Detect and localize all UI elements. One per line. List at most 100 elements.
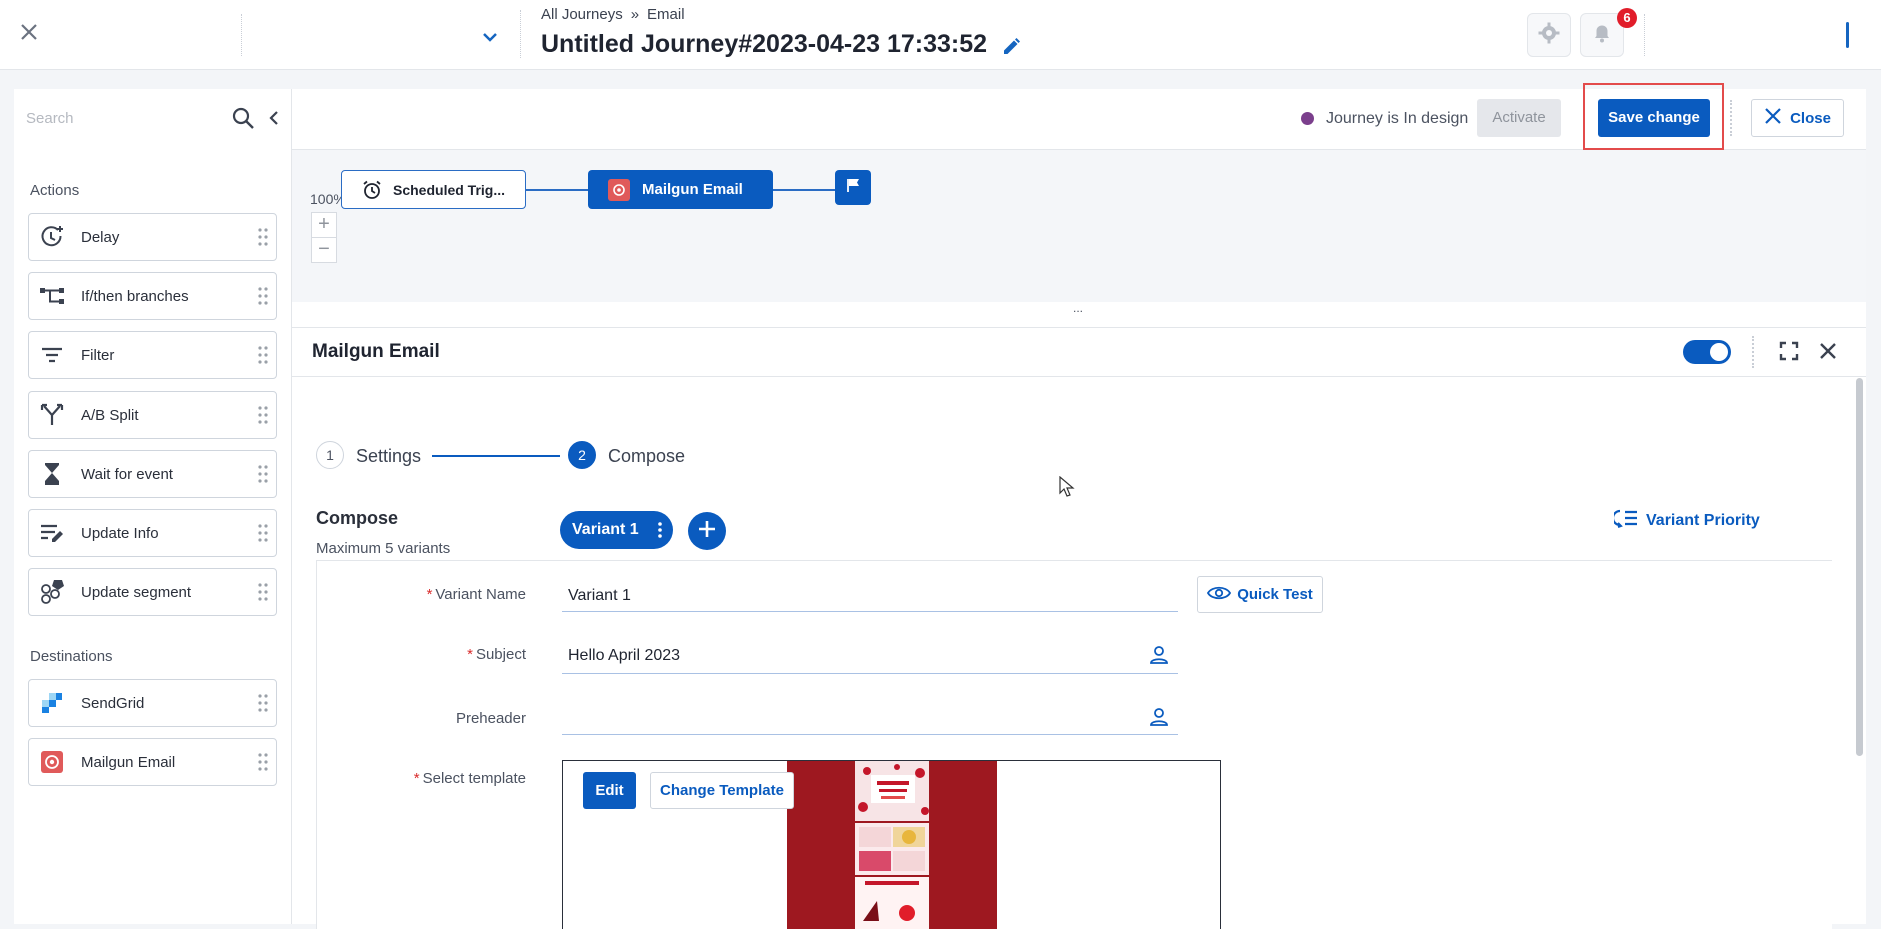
search-icon[interactable] [230,105,256,131]
mailgun-icon [608,178,630,201]
sidebar-item-if-then-branches[interactable]: If/then branches [28,272,277,320]
scrollbar[interactable] [1856,378,1863,756]
breadcrumb: All Journeys » Email [541,6,685,23]
drag-handle-icon[interactable] [256,751,270,773]
panel-header [292,327,1866,377]
sidebar-item-sendgrid[interactable]: SendGrid [28,679,277,727]
alarm-clock-icon [362,180,382,200]
label-text: Select template [422,770,526,787]
close-icon[interactable] [14,17,44,47]
drag-handle-icon[interactable] [256,285,270,307]
sidebar-item-update-info[interactable]: Update Info [28,509,277,557]
sidebar-item-filter[interactable]: Filter [28,331,277,379]
drag-handle-icon[interactable] [256,581,270,603]
compose-subtitle: Maximum 5 variants [316,540,451,557]
status-indicator-icon [1301,112,1314,125]
settings-button[interactable] [1527,13,1571,57]
drag-handle-icon[interactable] [256,404,270,426]
template-edit-button[interactable]: Edit [583,772,636,809]
breadcrumb-all-journeys[interactable]: All Journeys [541,6,623,23]
divider [1730,100,1732,136]
chevron-left-icon[interactable] [265,107,283,129]
sidebar-item-label: Wait for event [81,465,173,483]
change-template-button[interactable]: Change Template [650,772,794,809]
filter-icon [36,339,68,371]
variant-tab-label: Variant 1 [572,521,639,538]
sendgrid-icon [36,687,68,719]
label-text: Subject [475,646,526,663]
required-marker: * [426,586,433,603]
hourglass-icon [36,458,68,490]
journey-status-text: Journey is In design [1326,110,1469,127]
subject-field[interactable] [562,638,1178,674]
sidebar-item-label: If/then branches [81,287,189,305]
personalization-icon[interactable] [1148,706,1170,728]
drag-handle-icon[interactable] [256,463,270,485]
priority-list-icon [1611,508,1638,533]
sidebar-item-ab-split[interactable]: A/B Split [28,391,277,439]
drag-handle-icon[interactable] [256,344,270,366]
mouse-cursor-icon [1059,475,1075,498]
activate-button[interactable]: Activate [1477,99,1561,137]
chevron-down-icon[interactable] [470,22,510,52]
sidebar-item-label: Update Info [81,524,159,542]
node-mailgun-email[interactable]: Mailgun Email [588,170,773,209]
step-2-number[interactable]: 2 [568,441,596,469]
variant-name-field[interactable] [562,580,1178,612]
drag-handle-icon[interactable] [256,522,270,544]
step-connector [432,455,560,457]
add-variant-button[interactable] [688,512,726,550]
personalization-icon[interactable] [1148,644,1170,666]
divider [1644,14,1645,56]
step-1-number[interactable]: 1 [316,441,344,469]
sidebar-item-label: Filter [81,346,115,364]
divider [241,14,242,56]
close-button[interactable]: Close [1751,99,1844,137]
branch-icon [36,280,68,312]
save-change-button[interactable]: Save change [1598,99,1710,137]
sidebar-item-mailgun-email[interactable]: Mailgun Email [28,738,277,786]
required-marker: * [467,646,473,663]
required-marker: * [413,770,420,787]
preheader-label: Preheader [455,710,526,727]
flag-icon [845,177,861,198]
page-edge-marker [1846,22,1849,48]
preheader-field[interactable] [562,701,1178,735]
kebab-menu-icon[interactable] [657,521,663,539]
sidebar-item-update-segment[interactable]: Update segment [28,568,277,616]
step-settings-label[interactable]: Settings [356,446,421,467]
gear-icon [1537,21,1561,50]
close-icon [1764,107,1782,129]
drag-handle-icon[interactable] [256,226,270,248]
node-scheduled-trigger[interactable]: Scheduled Trig... [341,170,526,209]
search-input[interactable] [26,106,226,130]
sidebar-item-label: SendGrid [81,694,145,712]
select-template-label: * Select template [306,770,526,787]
connector-line [525,189,589,191]
pencil-icon[interactable] [1000,36,1022,58]
connector-line [772,189,835,191]
variant-priority-button[interactable]: Variant Priority [1611,508,1760,533]
node-label: Scheduled Trig... [393,181,506,198]
divider [1752,336,1754,368]
expand-icon[interactable] [1778,340,1800,362]
sidebar-item-wait-for-event[interactable]: Wait for event [28,450,277,498]
quick-test-button[interactable]: Quick Test [1197,576,1323,613]
mailgun-icon [36,746,68,778]
panel-resize-handle[interactable]: ... [1068,302,1088,318]
zoom-in-button[interactable]: + [311,212,337,238]
plus-icon [696,518,718,545]
zoom-out-button[interactable]: − [311,237,337,263]
sidebar-item-delay[interactable]: Delay [28,213,277,261]
split-icon [36,399,68,431]
close-icon[interactable] [1815,338,1841,364]
node-end[interactable] [835,170,871,205]
close-button-label: Close [1790,109,1831,127]
breadcrumb-email: Email [647,6,685,23]
variant-tab[interactable]: Variant 1 [560,511,673,549]
journey-canvas[interactable] [292,150,1866,302]
step-compose-label[interactable]: Compose [608,446,685,467]
enable-toggle[interactable] [1683,340,1731,364]
drag-handle-icon[interactable] [256,692,270,714]
label-text: Variant Name [435,586,526,603]
